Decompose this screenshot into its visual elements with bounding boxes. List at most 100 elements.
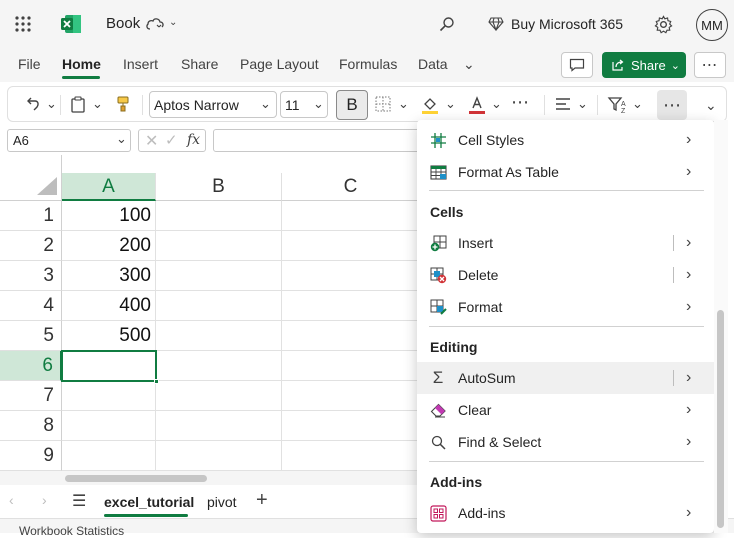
menu-item-find-select[interactable]: Find & Select › — [417, 426, 714, 458]
dropdown-scrollbar[interactable] — [714, 120, 728, 533]
submenu-arrow-icon[interactable]: › — [686, 234, 691, 252]
column-header-b[interactable]: B — [156, 173, 282, 201]
menu-page-layout[interactable]: Page Layout — [240, 56, 319, 72]
cell-b7[interactable] — [156, 381, 282, 411]
all-sheets-menu-icon[interactable]: ☰ — [72, 491, 86, 511]
submenu-arrow-icon[interactable]: › — [686, 266, 691, 284]
buy-microsoft-365-link[interactable]: Buy Microsoft 365 — [511, 16, 623, 32]
cell-b6[interactable] — [156, 351, 282, 381]
cell-a3[interactable]: 300 — [62, 261, 156, 291]
paste-chevron-icon[interactable]: ⌄ — [92, 96, 103, 112]
title-chevron-down-icon[interactable]: ⌄ — [169, 17, 177, 28]
cell-c2[interactable] — [282, 231, 420, 261]
cell-c6[interactable] — [282, 351, 420, 381]
horizontal-scrollbar[interactable] — [0, 471, 420, 485]
cell-c5[interactable] — [282, 321, 420, 351]
borders-icon[interactable] — [373, 95, 393, 113]
font-name-dropdown[interactable]: Aptos Narrow ⌄ — [149, 91, 277, 118]
menu-data[interactable]: Data — [418, 56, 448, 72]
menu-item-delete[interactable]: Delete › — [417, 259, 714, 291]
row-header[interactable]: 1 — [0, 201, 62, 231]
font-color-icon[interactable] — [466, 94, 488, 116]
cell-a7[interactable] — [62, 381, 156, 411]
expand-ribbon-chevron-icon[interactable]: ⌄ — [705, 97, 717, 114]
cell-b4[interactable] — [156, 291, 282, 321]
cell-b1[interactable] — [156, 201, 282, 231]
cell-c7[interactable] — [282, 381, 420, 411]
fill-handle[interactable] — [154, 379, 159, 384]
menu-formulas[interactable]: Formulas — [339, 56, 397, 72]
row-header[interactable]: 9 — [0, 441, 62, 471]
more-tabs-chevron-icon[interactable]: ⌄ — [463, 56, 475, 73]
row-header[interactable]: 6 — [0, 351, 62, 381]
cell-a8[interactable] — [62, 411, 156, 441]
font-color-chevron-icon[interactable]: ⌄ — [491, 96, 502, 112]
sheet-tab-pivot[interactable]: pivot — [207, 494, 237, 510]
bold-button[interactable]: B — [336, 90, 368, 120]
prev-sheet-icon[interactable]: ‹ — [9, 492, 14, 508]
menu-home[interactable]: Home — [62, 56, 101, 72]
document-title[interactable]: Book — [106, 15, 140, 32]
sort-filter-chevron-icon[interactable]: ⌄ — [632, 96, 643, 112]
row-header[interactable]: 8 — [0, 411, 62, 441]
align-chevron-icon[interactable]: ⌄ — [577, 96, 588, 112]
cell-a9[interactable] — [62, 441, 156, 471]
more-font-options-icon[interactable]: ⋯ — [511, 92, 529, 113]
settings-gear-icon[interactable] — [652, 13, 674, 35]
cell-a2[interactable]: 200 — [62, 231, 156, 261]
menu-insert[interactable]: Insert — [123, 56, 158, 72]
dropdown-scrollbar-thumb[interactable] — [717, 310, 724, 528]
cell-b2[interactable] — [156, 231, 282, 261]
submenu-arrow-icon[interactable]: › — [686, 369, 691, 387]
next-sheet-icon[interactable]: › — [42, 492, 47, 508]
more-options-button[interactable]: ⋯ — [694, 52, 726, 78]
row-header[interactable]: 5 — [0, 321, 62, 351]
cell-c1[interactable] — [282, 201, 420, 231]
enter-check-icon[interactable]: ✓ — [165, 131, 178, 149]
cell-b5[interactable] — [156, 321, 282, 351]
cell-a5[interactable]: 500 — [62, 321, 156, 351]
cell-c8[interactable] — [282, 411, 420, 441]
menu-item-insert[interactable]: Insert › — [417, 227, 714, 259]
share-button[interactable]: Share ⌄ — [602, 52, 686, 78]
menu-item-clear[interactable]: Clear › — [417, 394, 714, 426]
fill-color-icon[interactable] — [419, 94, 441, 116]
cell-c4[interactable] — [282, 291, 420, 321]
font-size-dropdown[interactable]: 11 ⌄ — [280, 91, 328, 118]
name-box[interactable]: A6 ⌄ — [7, 129, 131, 152]
row-header[interactable]: 2 — [0, 231, 62, 261]
search-icon[interactable] — [436, 14, 458, 34]
avatar[interactable]: MM — [696, 9, 728, 41]
formula-input[interactable] — [213, 129, 423, 152]
align-icon[interactable] — [553, 95, 573, 113]
menu-item-addins[interactable]: Add-ins › — [417, 497, 714, 529]
app-launcher-icon[interactable] — [12, 14, 34, 34]
undo-icon[interactable] — [23, 95, 43, 113]
cell-b8[interactable] — [156, 411, 282, 441]
row-header[interactable]: 7 — [0, 381, 62, 411]
column-header-a[interactable]: A — [62, 173, 156, 201]
sheet-tab-excel-tutorial[interactable]: excel_tutorial — [104, 494, 194, 510]
row-header[interactable]: 4 — [0, 291, 62, 321]
undo-chevron-icon[interactable]: ⌄ — [46, 96, 57, 112]
cell-c9[interactable] — [282, 441, 420, 471]
fill-color-chevron-icon[interactable]: ⌄ — [445, 96, 456, 112]
more-ribbon-button[interactable]: ⋯ — [657, 90, 687, 120]
cell-c3[interactable] — [282, 261, 420, 291]
sort-filter-icon[interactable]: ZA — [606, 94, 630, 116]
borders-chevron-icon[interactable]: ⌄ — [398, 96, 409, 112]
add-sheet-icon[interactable]: + — [256, 489, 268, 512]
grid-select-all[interactable] — [0, 155, 62, 201]
cell-a4[interactable]: 400 — [62, 291, 156, 321]
menu-item-autosum[interactable]: Σ AutoSum › — [417, 362, 714, 394]
cell-a1[interactable]: 100 — [62, 201, 156, 231]
cancel-x-icon[interactable]: ✕ — [145, 131, 158, 151]
menu-item-format-as-table[interactable]: Format As Table › — [417, 156, 714, 188]
menu-item-format[interactable]: Format › — [417, 291, 714, 323]
comments-button[interactable] — [561, 52, 593, 78]
cell-b9[interactable] — [156, 441, 282, 471]
insert-function-icon[interactable]: fx — [187, 132, 200, 148]
menu-file[interactable]: File — [18, 56, 41, 72]
menu-item-cell-styles[interactable]: Cell Styles › — [417, 124, 714, 156]
column-header-c[interactable]: C — [282, 173, 420, 201]
